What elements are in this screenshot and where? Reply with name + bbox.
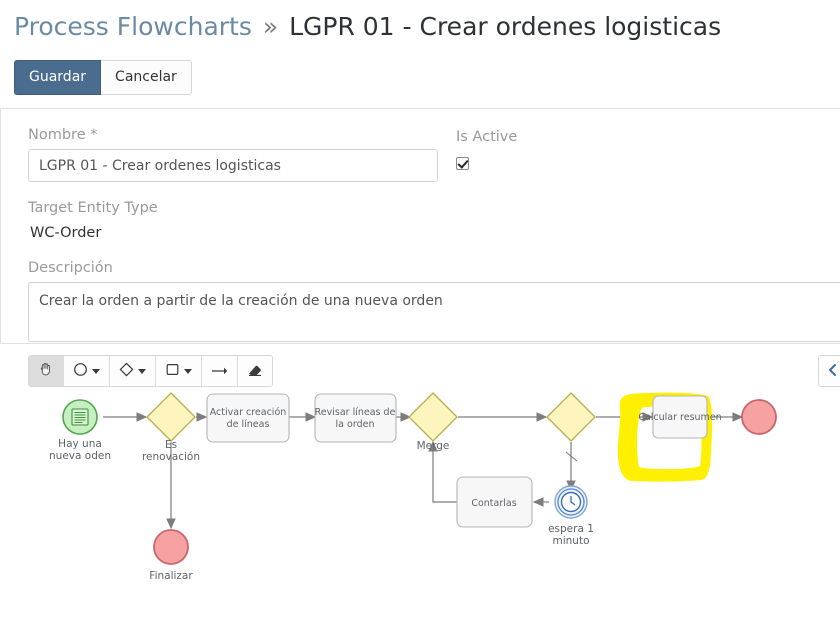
- breadcrumb-separator: »: [262, 12, 279, 41]
- node-timer-espera[interactable]: espera 1 minuto: [548, 485, 594, 547]
- is-active-checkbox[interactable]: [456, 157, 469, 170]
- node-gateway-loop[interactable]: [546, 392, 596, 442]
- name-label: Nombre *: [28, 127, 98, 143]
- square-icon: [165, 362, 180, 381]
- eraser-icon: [247, 362, 263, 381]
- node-start-event[interactable]: Hay una nueva oden: [49, 399, 111, 462]
- diamond-icon: [119, 362, 134, 381]
- circle-icon: [73, 362, 88, 381]
- node-finalizar-label: Finalizar: [149, 570, 193, 582]
- description-field-group: Descripción: [28, 258, 840, 346]
- node-activar-label-1: Activar creación: [210, 407, 287, 418]
- node-end-final[interactable]: [741, 399, 777, 435]
- breadcrumb-parent-link[interactable]: Process Flowcharts: [14, 12, 252, 41]
- is-active-label: Is Active: [456, 129, 518, 145]
- page-header: Process Flowcharts » LGPR 01 - Crear ord…: [0, 0, 840, 52]
- node-task-activar[interactable]: Activar creación de líneas: [206, 393, 290, 443]
- node-merge-label: Merge: [417, 440, 450, 452]
- save-button[interactable]: Guardar: [14, 60, 102, 95]
- target-entity-value: WC-Order: [25, 222, 110, 245]
- rectangle-tool-button[interactable]: [156, 356, 202, 386]
- is-active-field-group: Is Active: [456, 127, 517, 174]
- hand-icon: [38, 361, 54, 381]
- diamond-tool-button[interactable]: [110, 356, 156, 386]
- action-button-row: Guardar Cancelar: [14, 60, 840, 95]
- target-entity-label: Target Entity Type: [28, 200, 158, 216]
- node-task-contarlas[interactable]: Contarlas: [456, 476, 533, 528]
- node-activar-label-2: de líneas: [227, 419, 270, 430]
- arrow-right-icon: [211, 362, 228, 381]
- eraser-tool-button[interactable]: [238, 356, 272, 386]
- node-calcular-label: Calcular resumen: [638, 412, 721, 423]
- target-entity-text: WC-Order: [30, 225, 102, 241]
- hand-tool-button[interactable]: [29, 356, 64, 386]
- chevron-down-icon: [184, 368, 192, 374]
- form-panel: Nombre * Is Active Target Entity Type WC…: [0, 108, 840, 343]
- chevron-down-icon: [138, 368, 146, 374]
- node-renovacion-label-2: renovación: [142, 451, 200, 463]
- flowchart-editor-panel: Hay una nueva oden Es renovación Finaliz…: [0, 343, 840, 631]
- description-label: Descripción: [28, 260, 113, 276]
- node-task-revisar[interactable]: Revisar líneas de la orden: [314, 393, 397, 443]
- node-gateway-merge[interactable]: Merge: [408, 392, 458, 452]
- node-revisar-label-1: Revisar líneas de: [315, 407, 396, 418]
- node-end-finalizar[interactable]: Finalizar: [149, 529, 193, 582]
- node-contarlas-label: Contarlas: [471, 498, 516, 509]
- ellipse-tool-button[interactable]: [64, 356, 110, 386]
- chevron-down-icon: [92, 368, 100, 374]
- node-renovacion-label-1: Es: [165, 439, 177, 451]
- target-entity-field-group: Target Entity Type WC-Order: [25, 198, 840, 245]
- breadcrumb: Process Flowcharts » LGPR 01 - Crear ord…: [14, 12, 840, 42]
- flowchart-canvas[interactable]: Hay una nueva oden Es renovación Finaliz…: [0, 392, 840, 632]
- toolbar-collapse-button[interactable]: [818, 355, 840, 387]
- node-start-label-1: Hay una: [58, 438, 102, 450]
- name-input[interactable]: [28, 149, 438, 182]
- connector-tool-button[interactable]: [202, 356, 238, 386]
- chevron-left-icon: [826, 362, 840, 381]
- page-title: LGPR 01 - Crear ordenes logisticas: [289, 12, 722, 41]
- editor-toolbar: [28, 355, 273, 387]
- node-start-label-2: nueva oden: [49, 450, 111, 462]
- cancel-button[interactable]: Cancelar: [101, 60, 192, 95]
- node-timer-label-2: minuto: [553, 535, 590, 547]
- node-gateway-renovacion[interactable]: Es renovación: [142, 392, 200, 463]
- description-textarea[interactable]: [28, 282, 840, 342]
- node-revisar-label-2: la orden: [336, 419, 375, 430]
- node-timer-label-1: espera 1: [548, 523, 594, 535]
- name-field-group: Nombre *: [28, 125, 840, 182]
